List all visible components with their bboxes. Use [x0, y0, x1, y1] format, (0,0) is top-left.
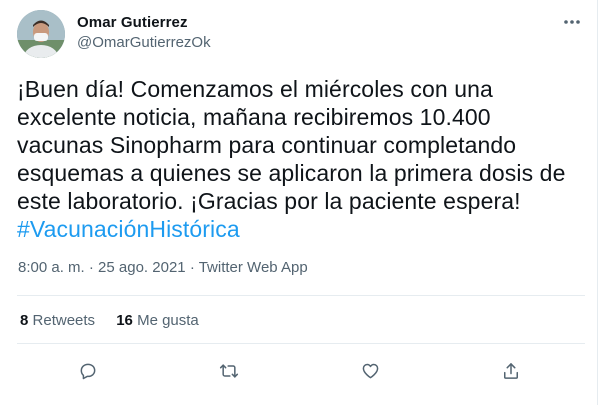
meta-separator: · [189, 259, 195, 276]
retweet-icon[interactable] [216, 358, 242, 384]
author-name[interactable]: Omar Gutierrez [77, 14, 188, 31]
divider [17, 295, 585, 296]
action-bar [0, 358, 598, 384]
share-icon[interactable] [498, 358, 524, 384]
likes-count: 16 [116, 312, 133, 329]
more-dots-icon[interactable] [559, 12, 585, 32]
tweet-time: 8:00 a. m. [18, 259, 85, 276]
tweet-text: ¡Buen día! Comenzamos el miércoles con u… [17, 75, 587, 243]
divider [17, 343, 585, 344]
source-link[interactable]: Twitter Web App [199, 259, 308, 276]
tweet-text-line: esquemas a quienes se aplicaron la prime… [17, 160, 566, 186]
tweet-text-line: excelente noticia, mañana recibiremos 10… [17, 104, 491, 130]
tweet-meta: 8:00 a. m. · 25 ago. 2021 · Twitter Web … [18, 259, 308, 276]
timestamp-link[interactable]: 8:00 a. m. · 25 ago. 2021 [18, 259, 186, 276]
hashtag-link[interactable]: #VacunaciónHistórica [17, 215, 587, 243]
retweets-count: 8 [20, 312, 29, 329]
retweets-stat[interactable]: 8 Retweets [20, 312, 95, 329]
reply-icon[interactable] [75, 358, 101, 384]
author-handle[interactable]: @OmarGutierrezOk [77, 34, 211, 51]
tweet-text-line: este laboratorio. ¡Gracias por la pacien… [17, 188, 521, 214]
likes-label: Me gusta [137, 312, 199, 329]
avatar[interactable] [17, 10, 65, 58]
tweet-text-line: vacunas Sinopharm para continuar complet… [17, 132, 517, 158]
tweet-stats: 8 Retweets 16 Me gusta [20, 312, 216, 329]
heart-icon[interactable] [357, 358, 383, 384]
avatar-photo [17, 10, 65, 58]
tweet-date: 25 ago. 2021 [98, 259, 186, 276]
tweet-text-line: ¡Buen día! Comenzamos el miércoles con u… [17, 76, 493, 102]
likes-stat[interactable]: 16 Me gusta [116, 312, 199, 329]
retweets-label: Retweets [32, 312, 96, 329]
tweet-card: Omar Gutierrez @OmarGutierrezOk ¡Buen dí… [0, 0, 598, 405]
meta-separator: · [88, 259, 94, 276]
